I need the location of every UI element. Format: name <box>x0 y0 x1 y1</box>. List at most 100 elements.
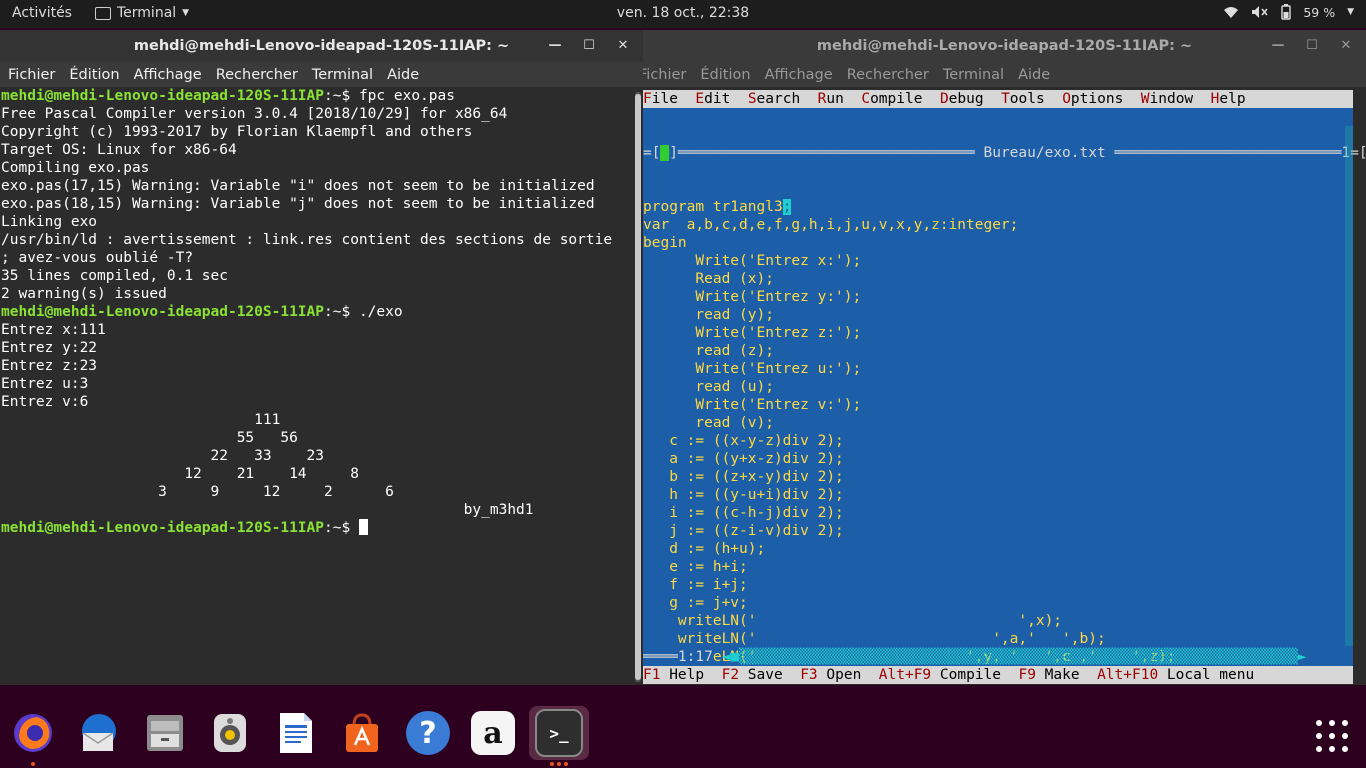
menu-affichage[interactable]: Affichage <box>134 67 202 83</box>
fn-key-alt-f9[interactable]: Alt+F9 Compile <box>879 667 1001 683</box>
code-line: read (y); <box>643 307 774 323</box>
terminal-line: exo.pas(18,15) Warning: Variable "j" doe… <box>1 196 595 212</box>
menu-terminal[interactable]: Terminal <box>312 67 373 83</box>
libreoffice-writer-launcher[interactable] <box>269 706 323 760</box>
prompt-suffix: :~$ <box>324 520 351 536</box>
activities-button[interactable]: Activités <box>12 5 72 21</box>
code-line: Write('Entrez u:'); <box>643 361 862 377</box>
ide-menu-compile[interactable]: Compile <box>861 91 922 107</box>
show-applications-icon[interactable] <box>1316 720 1348 752</box>
code-editor[interactable]: =[■]══════════════════════════════════ B… <box>643 108 1366 683</box>
close-box[interactable]: ■ <box>660 145 670 161</box>
code-line: Write('Entrez z:'); <box>643 325 862 341</box>
ide-menu-file[interactable]: File <box>643 91 678 107</box>
menu-affichage[interactable]: Affichage <box>765 67 833 83</box>
ide-menu-run[interactable]: Run <box>818 91 844 107</box>
ide-menu-edit[interactable]: Edit <box>695 91 730 107</box>
code-line: Write('Entrez v:'); <box>643 397 862 413</box>
top-bar: Activités Terminal ▼ ven. 18 oct., 22:38… <box>0 0 1366 28</box>
chevron-down-icon: ▼ <box>1347 7 1354 17</box>
app-menu[interactable]: Terminal ▼ <box>95 5 189 21</box>
firefox-launcher[interactable] <box>6 706 60 766</box>
app-menu-label: Terminal <box>117 5 177 21</box>
menu-rechercher[interactable]: Rechercher <box>847 67 929 83</box>
prompt-suffix: :~$ <box>324 304 351 320</box>
minimize-button[interactable]: — <box>545 36 565 56</box>
terminal-line: Entrez z:23 <box>1 358 98 374</box>
ide-menu-debug[interactable]: Debug <box>940 91 984 107</box>
code-lines[interactable]: program tr1angl3; var a,b,c,d,e,f,g,h,i,j… <box>643 198 1353 685</box>
terminal-line: 2 warning(s) issued <box>1 286 167 302</box>
terminal-window-right[interactable]: mehdi@mehdi-Lenovo-ideapad-120S-11IAP: ~… <box>643 30 1366 685</box>
close-button[interactable]: ✕ <box>1336 36 1356 56</box>
title-bar[interactable]: mehdi@mehdi-Lenovo-ideapad-120S-11IAP: ~… <box>643 30 1366 62</box>
fn-key-alt-f10[interactable]: Alt+F10 Local menu <box>1097 667 1254 683</box>
code-line: e := h+i; <box>643 559 748 575</box>
scrollbar[interactable] <box>635 92 641 682</box>
fn-key-f1[interactable]: F1 Help <box>643 667 704 683</box>
code-line: begin <box>643 235 687 251</box>
help-launcher[interactable]: ? <box>401 706 455 760</box>
code-line: read (v); <box>643 415 774 431</box>
terminal-line: 35 lines compiled, 0.1 sec <box>1 268 228 284</box>
command-text: fpc exo.pas <box>350 88 455 104</box>
menu-fichier[interactable]: Fichier <box>8 67 55 83</box>
terminal-line: ; avez-vous oublié -T? <box>1 250 194 266</box>
prompt-user: mehdi@mehdi-Lenovo-ideapad-120S-11IAP <box>1 304 325 320</box>
terminal-line: mehdi@mehdi-Lenovo-ideapad-120S-11IAP:~$… <box>1 87 643 105</box>
terminal-line: Linking exo <box>1 214 98 230</box>
terminal-line: Entrez y:22 <box>1 340 98 356</box>
menu-aide[interactable]: Aide <box>387 67 419 83</box>
ide-menu-window[interactable]: Window <box>1141 91 1193 107</box>
code-line: writeLN(' ',x); <box>643 613 1063 629</box>
ide-menu-help[interactable]: Help <box>1211 91 1246 107</box>
terminal-icon: >_ <box>535 709 583 757</box>
files-icon <box>147 715 183 751</box>
fn-key-f2[interactable]: F2 Save <box>722 667 783 683</box>
command-text: ./exo <box>350 304 403 320</box>
battery-percentage: 59 % <box>1303 4 1336 20</box>
close-button[interactable]: ✕ <box>613 36 633 56</box>
menu-fichier[interactable]: Fichier <box>643 67 686 83</box>
software-center-launcher[interactable] <box>335 706 389 760</box>
menu-rechercher[interactable]: Rechercher <box>216 67 298 83</box>
fn-key-f3[interactable]: F3 Open <box>800 667 861 683</box>
help-icon: ? <box>406 711 450 755</box>
terminal-launcher[interactable]: >_ <box>529 706 589 766</box>
ide-menu-search[interactable]: Search <box>748 91 800 107</box>
maximize-button[interactable]: ☐ <box>1302 36 1322 56</box>
editor-filename: Bureau/exo.txt <box>983 145 1106 161</box>
terminal-line: exo.pas(17,15) Warning: Variable "i" doe… <box>1 178 595 194</box>
amazon-launcher[interactable]: a <box>466 706 520 760</box>
terminal-output[interactable]: mehdi@mehdi-Lenovo-ideapad-120S-11IAP:~$… <box>0 87 643 685</box>
prompt-suffix: :~$ <box>324 88 351 104</box>
system-tray[interactable]: 59 % ▼ <box>1223 4 1354 20</box>
terminal-line: 3 9 12 2 6 <box>1 484 394 500</box>
fn-key-f9[interactable]: F9 Make <box>1018 667 1079 683</box>
terminal-line: Target OS: Linux for x86-64 <box>1 142 237 158</box>
terminal-line: mehdi@mehdi-Lenovo-ideapad-120S-11IAP:~$ <box>1 519 643 537</box>
code-line: f := i+j; <box>643 577 748 593</box>
text-cursor: ; <box>782 199 792 215</box>
clock[interactable]: ven. 18 oct., 22:38 <box>617 5 749 21</box>
code-line: read (u); <box>643 379 774 395</box>
pascal-ide[interactable]: File Edit Search Run Compile Debug Tools… <box>643 87 1366 685</box>
menu-aide[interactable]: Aide <box>1018 67 1050 83</box>
terminal-line: Compiling exo.pas <box>1 160 150 176</box>
ide-menu-tools[interactable]: Tools <box>1001 91 1045 107</box>
code-line: Read (x); <box>643 271 774 287</box>
menu-edition[interactable]: Édition <box>700 67 750 83</box>
title-bar[interactable]: mehdi@mehdi-Lenovo-ideapad-120S-11IAP: ~… <box>0 30 643 62</box>
menu-terminal[interactable]: Terminal <box>943 67 1004 83</box>
thunderbird-launcher[interactable] <box>71 706 125 760</box>
menu-edition[interactable]: Édition <box>69 67 119 83</box>
files-launcher[interactable] <box>138 706 192 760</box>
rhythmbox-launcher[interactable] <box>203 706 257 760</box>
editor-scrollbar[interactable] <box>1345 126 1353 646</box>
ide-menu-options[interactable]: Options <box>1062 91 1123 107</box>
minimize-button[interactable]: — <box>1268 36 1288 56</box>
dock: ? a >_ <box>0 700 1366 768</box>
terminal-window-left[interactable]: mehdi@mehdi-Lenovo-ideapad-120S-11IAP: ~… <box>0 30 643 685</box>
prompt-user: mehdi@mehdi-Lenovo-ideapad-120S-11IAP <box>1 520 325 536</box>
maximize-button[interactable]: ☐ <box>579 36 599 56</box>
